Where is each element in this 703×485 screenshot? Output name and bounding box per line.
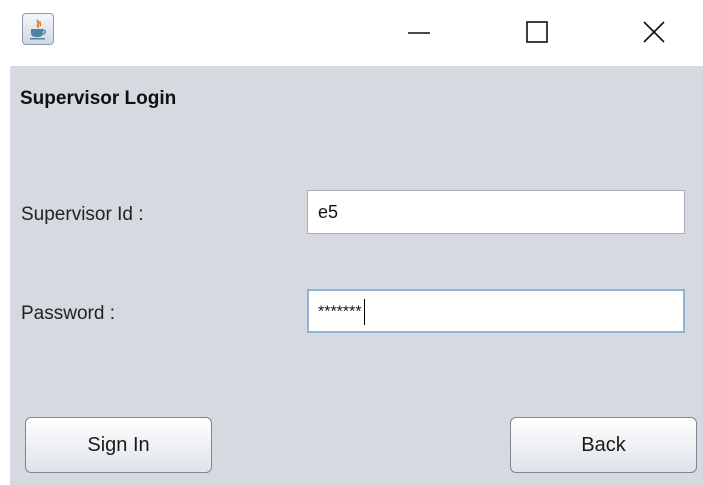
password-value: ******* [318, 303, 362, 321]
close-button[interactable] [624, 0, 684, 64]
back-button[interactable]: Back [510, 417, 697, 473]
text-caret [363, 299, 365, 326]
maximize-button[interactable] [507, 0, 567, 64]
minimize-icon [408, 32, 430, 34]
password-input[interactable]: ******* [307, 289, 685, 333]
minimize-button[interactable] [389, 0, 449, 64]
login-panel: Supervisor Login Supervisor Id : e5 Pass… [10, 66, 703, 485]
supervisor-id-input[interactable]: e5 [307, 190, 685, 234]
title-bar [0, 0, 703, 64]
maximize-icon [526, 21, 548, 43]
supervisor-id-label: Supervisor Id : [21, 204, 144, 225]
password-label: Password : [21, 303, 115, 324]
page-title: Supervisor Login [20, 88, 177, 109]
sign-in-button[interactable]: Sign In [25, 417, 212, 473]
java-cup-icon[interactable] [22, 13, 54, 45]
close-icon [643, 21, 665, 43]
supervisor-id-value: e5 [318, 202, 339, 222]
